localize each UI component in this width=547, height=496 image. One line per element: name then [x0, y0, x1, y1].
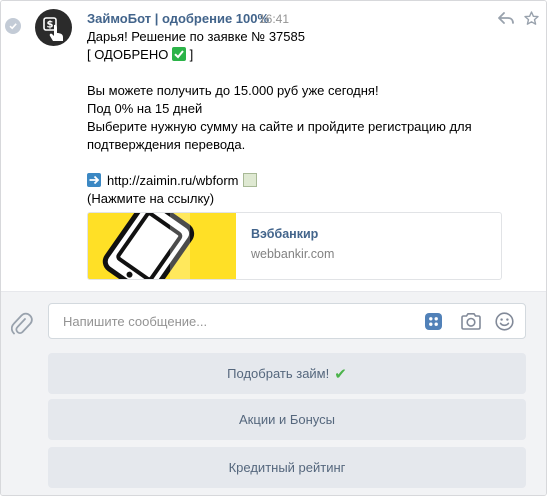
bot-button-credit-rating[interactable]: Кредитный рейтинг — [48, 447, 526, 488]
bot-button-promotions[interactable]: Акции и Бонусы — [48, 399, 526, 440]
check-mark-icon: ✔ — [334, 365, 347, 383]
message-link-line: http://zaimin.ru/wbform — [87, 172, 517, 190]
message-line: подтверждения перевода. — [87, 137, 246, 152]
chart-emoji-icon — [242, 173, 257, 187]
message-line: Под 0% на 15 дней — [87, 101, 203, 116]
card-domain: webbankir.com — [251, 247, 335, 261]
bot-button-find-loan[interactable]: Подобрать займ! ✔ — [48, 353, 526, 394]
bot-button-label: Кредитный рейтинг — [228, 460, 346, 475]
keyboard-grid-icon[interactable] — [424, 312, 443, 336]
message-line: Вы можете получить до 15.000 руб уже сег… — [87, 83, 379, 98]
camera-icon[interactable] — [460, 312, 482, 336]
message-time: 16:41 — [259, 12, 290, 26]
message-note: (Нажмите на ссылку) — [87, 191, 215, 206]
svg-text:$: $ — [47, 20, 54, 31]
smile-icon[interactable] — [495, 312, 514, 336]
avatar-hand-dollar-icon: $ — [35, 9, 72, 46]
message-input[interactable]: Напишите сообщение... — [48, 303, 526, 339]
link-preview-card[interactable]: Вэббанкир webbankir.com — [87, 212, 502, 280]
status-open: [ ОДОБРЕНО — [87, 47, 172, 62]
composer: Напишите сообщение... Подобрать займ! ✔ А… — [1, 291, 546, 495]
card-title[interactable]: Вэббанкир — [251, 227, 318, 241]
card-thumbnail — [88, 213, 236, 279]
star-icon[interactable] — [524, 11, 539, 31]
message-link[interactable]: http://zaimin.ru/wbform — [107, 173, 239, 188]
card-thumbnail-graphic — [88, 213, 236, 279]
status-close: ] — [185, 47, 194, 62]
bot-button-label: Подобрать займ! — [227, 366, 330, 381]
message-line: Выберите нужную сумму на сайте и пройдит… — [87, 119, 472, 134]
check-circle-icon[interactable] — [5, 18, 21, 34]
message-line: Дарья! Решение по заявке № 37585 — [87, 29, 305, 44]
message-input-placeholder: Напишите сообщение... — [63, 314, 208, 329]
bot-button-label: Акции и Бонусы — [239, 412, 335, 427]
message-line-status: [ ОДОБРЕНО ] — [87, 46, 517, 64]
arrow-right-emoji-icon — [87, 173, 101, 187]
message: $ ЗаймоБот | одобрение 100% 16:41 Дарья!… — [1, 1, 546, 291]
message-body: Дарья! Решение по заявке № 37585 [ ОДОБР… — [87, 28, 517, 208]
avatar[interactable]: $ — [35, 9, 72, 46]
paperclip-icon[interactable] — [10, 312, 33, 341]
chat-window: $ ЗаймоБот | одобрение 100% 16:41 Дарья!… — [0, 0, 547, 496]
sender-name[interactable]: ЗаймоБот | одобрение 100% — [87, 11, 269, 26]
check-mark-emoji-icon — [171, 47, 186, 61]
